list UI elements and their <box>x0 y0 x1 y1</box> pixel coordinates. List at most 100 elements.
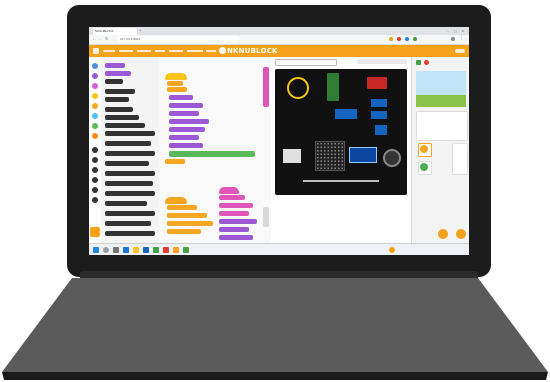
taskbar-app-icon[interactable] <box>113 247 119 253</box>
code-block[interactable] <box>165 159 185 164</box>
add-extension-button[interactable] <box>90 227 100 237</box>
menu-item-placeholder[interactable] <box>103 50 115 52</box>
extension-icon[interactable] <box>397 37 401 41</box>
code-block[interactable] <box>167 81 183 86</box>
code-block[interactable] <box>169 95 193 100</box>
code-block[interactable] <box>167 213 207 218</box>
workspace-scrollbar[interactable] <box>263 67 269 107</box>
stage-toolbar[interactable] <box>357 59 407 64</box>
start-icon[interactable] <box>93 247 99 253</box>
flyout-block[interactable] <box>105 181 153 186</box>
new-tab-icon[interactable]: + <box>139 29 141 33</box>
category-variables[interactable] <box>92 133 98 139</box>
flyout-block[interactable] <box>105 79 123 84</box>
category-control[interactable] <box>92 103 98 109</box>
category-extension[interactable] <box>92 147 98 153</box>
zoom-controls[interactable] <box>263 207 269 227</box>
taskbar-app-icon[interactable] <box>173 247 179 253</box>
weather-icon[interactable] <box>389 247 395 253</box>
category-sensing[interactable] <box>92 113 98 119</box>
code-block[interactable] <box>167 229 201 234</box>
flyout-block[interactable] <box>105 123 145 128</box>
menu-item-placeholder[interactable] <box>155 50 165 52</box>
taskbar-app-icon[interactable] <box>153 247 159 253</box>
code-block[interactable] <box>169 111 199 116</box>
taskbar-app-icon[interactable] <box>143 247 149 253</box>
menu-icon[interactable] <box>93 48 99 54</box>
hat-block[interactable] <box>165 73 187 80</box>
extension-icon[interactable] <box>389 37 393 41</box>
add-backdrop-button[interactable] <box>456 229 466 239</box>
category-operators[interactable] <box>92 123 98 129</box>
code-block[interactable] <box>169 103 203 108</box>
browser-tab[interactable]: NKNUBLOCK <box>93 28 137 35</box>
flyout-block[interactable] <box>105 211 155 216</box>
code-block[interactable] <box>219 203 253 208</box>
taskbar-app-icon[interactable] <box>133 247 139 253</box>
flyout-block[interactable] <box>105 131 155 136</box>
forward-icon[interactable]: → <box>98 36 102 41</box>
menu-item-placeholder[interactable] <box>187 50 203 52</box>
add-sprite-button[interactable] <box>438 229 448 239</box>
code-block[interactable] <box>219 235 253 240</box>
code-block[interactable] <box>219 195 245 200</box>
menu-item-placeholder[interactable] <box>169 50 183 52</box>
stop-icon[interactable] <box>424 60 429 65</box>
window-controls[interactable]: – ▢ ✕ <box>447 29 466 33</box>
flyout-block[interactable] <box>105 63 125 68</box>
profile-avatar[interactable] <box>451 37 455 41</box>
code-block[interactable] <box>167 205 197 210</box>
code-block[interactable] <box>169 135 199 140</box>
account-button[interactable] <box>455 49 465 53</box>
hat-block[interactable] <box>165 197 187 204</box>
reload-icon[interactable]: ↻ <box>105 36 108 41</box>
menu-item-placeholder[interactable] <box>137 50 151 52</box>
menu-icon[interactable]: ⋮ <box>459 35 464 41</box>
taskbar-app-icon[interactable] <box>183 247 189 253</box>
search-icon[interactable] <box>103 247 109 253</box>
category-extension[interactable] <box>92 157 98 163</box>
stage-dropdown[interactable] <box>275 59 337 66</box>
code-block[interactable] <box>219 219 257 224</box>
category-extension[interactable] <box>92 187 98 193</box>
flyout-block[interactable] <box>105 191 155 196</box>
flyout-block[interactable] <box>105 171 155 176</box>
flyout-block[interactable] <box>105 97 129 102</box>
code-block[interactable] <box>167 221 213 226</box>
taskbar-app-icon[interactable] <box>123 247 129 253</box>
menu-item-placeholder[interactable] <box>206 50 216 52</box>
category-looks[interactable] <box>92 73 98 79</box>
flyout-block[interactable] <box>105 141 151 146</box>
code-block[interactable] <box>169 151 255 157</box>
extension-icon[interactable] <box>413 37 417 41</box>
flyout-block[interactable] <box>105 161 149 166</box>
code-block[interactable] <box>167 87 187 92</box>
category-sound[interactable] <box>92 83 98 89</box>
code-block[interactable] <box>169 143 203 148</box>
back-icon[interactable]: ← <box>92 36 96 41</box>
code-block[interactable] <box>169 119 209 124</box>
code-block[interactable] <box>219 211 249 216</box>
flyout-block[interactable] <box>105 151 155 156</box>
category-extension[interactable] <box>92 177 98 183</box>
taskbar-app-icon[interactable] <box>163 247 169 253</box>
code-block[interactable] <box>169 127 205 132</box>
extension-icon[interactable] <box>405 37 409 41</box>
code-workspace[interactable] <box>159 57 271 243</box>
code-block[interactable] <box>219 227 249 232</box>
url-field[interactable]: 127.0.0.1:8601 <box>117 36 240 42</box>
flyout-block[interactable] <box>105 107 133 112</box>
menu-item-placeholder[interactable] <box>119 50 133 52</box>
flyout-block[interactable] <box>105 71 131 76</box>
category-motion[interactable] <box>92 63 98 69</box>
flyout-block[interactable] <box>105 115 139 120</box>
green-flag-icon[interactable] <box>416 60 421 65</box>
hat-block[interactable] <box>219 187 239 194</box>
flyout-block[interactable] <box>105 221 151 226</box>
flyout-block[interactable] <box>105 89 135 94</box>
category-events[interactable] <box>92 93 98 99</box>
category-extension[interactable] <box>92 167 98 173</box>
flyout-block[interactable] <box>105 231 155 236</box>
flyout-block[interactable] <box>105 201 147 206</box>
category-extension[interactable] <box>92 197 98 203</box>
